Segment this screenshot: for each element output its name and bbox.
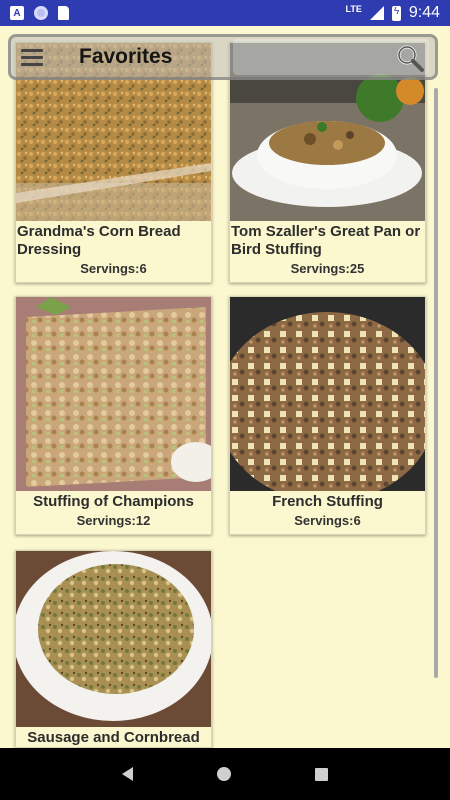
recipe-title: Stuffing of Champions bbox=[33, 493, 194, 510]
recipe-title: Grandma's Corn Bread Dressing bbox=[17, 223, 181, 258]
system-icons: LTE 9:44 bbox=[346, 4, 440, 22]
recipe-image bbox=[16, 297, 211, 491]
circle-notification-icon bbox=[34, 6, 48, 20]
page-title: Favorites bbox=[79, 45, 173, 68]
status-bar: A LTE 9:44 bbox=[0, 0, 450, 26]
recipe-title: French Stuffing bbox=[272, 493, 383, 510]
signal-icon bbox=[369, 6, 384, 20]
search-bar[interactable] bbox=[233, 39, 429, 75]
a-notification-icon: A bbox=[10, 6, 24, 20]
recipe-title: Tom Szaller's Great Pan or Bird Stuffing bbox=[231, 223, 421, 258]
recipe-servings: Servings:6 bbox=[80, 261, 147, 276]
recipe-grid[interactable]: Grandma's Corn Bread Dressing Servings:6… bbox=[0, 26, 450, 748]
back-icon[interactable] bbox=[122, 767, 133, 781]
recipe-servings: Servings:6 bbox=[294, 513, 361, 528]
recipe-image bbox=[230, 297, 425, 491]
network-type: LTE bbox=[345, 4, 362, 14]
battery-charging-icon bbox=[391, 5, 401, 21]
home-icon[interactable] bbox=[217, 767, 231, 781]
search-icon[interactable] bbox=[395, 43, 425, 73]
hamburger-menu-icon[interactable] bbox=[21, 48, 43, 66]
recipe-image bbox=[16, 551, 211, 727]
navigation-bar bbox=[0, 748, 450, 800]
recipe-servings: Servings:25 bbox=[290, 261, 365, 276]
recipe-title: Sausage and Cornbread bbox=[27, 729, 200, 746]
recipe-servings: Servings:12 bbox=[76, 513, 151, 528]
clock: 9:44 bbox=[408, 4, 440, 21]
notification-icons: A bbox=[10, 6, 69, 20]
app-toolbar: Favorites bbox=[8, 34, 438, 80]
recents-icon[interactable] bbox=[315, 767, 328, 781]
recipe-card[interactable]: Stuffing of Champions Servings:12 bbox=[15, 296, 212, 535]
sd-card-icon bbox=[58, 6, 69, 20]
recipe-card[interactable]: French Stuffing Servings:6 bbox=[229, 296, 426, 535]
recipe-card[interactable]: Sausage and Cornbread bbox=[15, 550, 212, 748]
scrollbar[interactable] bbox=[434, 88, 438, 678]
